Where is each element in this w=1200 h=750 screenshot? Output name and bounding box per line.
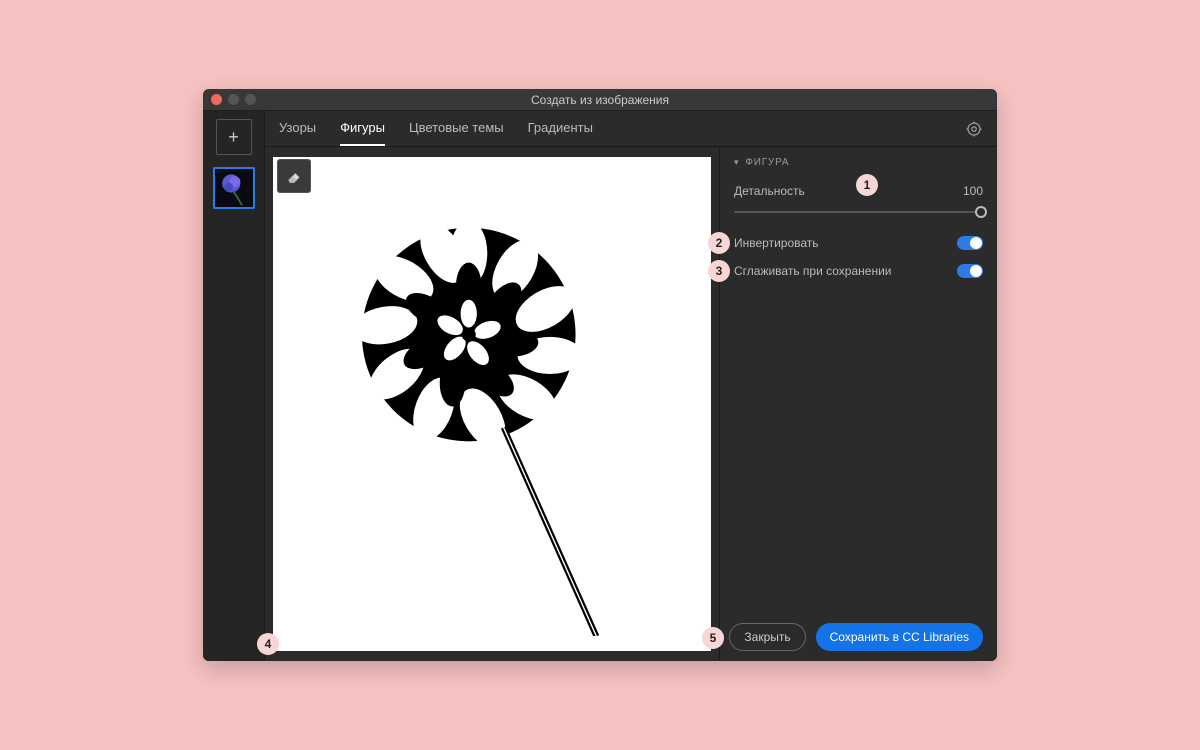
callout-5: 5 — [702, 627, 724, 649]
titlebar: Создать из изображения — [203, 89, 997, 111]
tab-color-themes[interactable]: Цветовые темы — [409, 111, 504, 146]
detail-slider[interactable] — [734, 206, 983, 218]
invert-toggle[interactable] — [957, 236, 983, 250]
detail-value: 100 — [963, 184, 983, 198]
tab-bar: Узоры Фигуры Цветовые темы Градиенты — [265, 111, 997, 147]
slider-thumb[interactable] — [975, 206, 987, 218]
invert-row: Инвертировать 2 — [734, 232, 983, 254]
smooth-row: Сглаживать при сохранении 3 — [734, 260, 983, 282]
image-thumbnail[interactable] — [213, 167, 255, 209]
tab-gradients[interactable]: Градиенты — [528, 111, 593, 146]
callout-1: 1 — [856, 174, 878, 196]
canvas-area: 4 — [265, 147, 719, 661]
chevron-down-icon: ▾ — [734, 157, 739, 168]
save-to-cc-libraries-button[interactable]: Сохранить в CC Libraries — [816, 623, 983, 651]
smooth-label: Сглаживать при сохранении — [734, 264, 891, 278]
panel-section-title: Фигура — [745, 157, 789, 168]
detail-label: Детальность — [734, 184, 805, 198]
tab-patterns[interactable]: Узоры — [279, 111, 316, 146]
window-maximize-button[interactable] — [245, 94, 256, 105]
window-title: Создать из изображения — [531, 93, 669, 107]
eraser-tool-button[interactable] — [277, 159, 311, 193]
window-close-button[interactable] — [211, 94, 222, 105]
tab-shapes[interactable]: Фигуры — [340, 111, 385, 146]
window-body: + Узоры Фигуры Цветовые темы Градиенты — [203, 111, 997, 661]
window-controls — [211, 94, 256, 105]
content-area: 4 ▾ Фигура Детальность 100 1 — [265, 147, 997, 661]
smooth-toggle[interactable] — [957, 264, 983, 278]
invert-label: Инвертировать — [734, 236, 819, 250]
preview-icon[interactable] — [965, 120, 983, 143]
main-area: Узоры Фигуры Цветовые темы Градиенты — [265, 111, 997, 661]
detail-row: Детальность 100 1 — [734, 180, 983, 202]
window-minimize-button[interactable] — [228, 94, 239, 105]
canvas[interactable] — [273, 157, 711, 651]
close-button[interactable]: Закрыть — [729, 623, 805, 651]
eraser-icon — [286, 168, 302, 184]
callout-3: 3 — [708, 260, 730, 282]
add-image-button[interactable]: + — [216, 119, 252, 155]
slider-track — [734, 211, 983, 213]
app-window: Создать из изображения + Узоры Фигуры — [203, 89, 997, 661]
plus-icon: + — [228, 127, 239, 148]
footer-buttons: Закрыть Сохранить в CC Libraries — [729, 623, 983, 651]
callout-4: 4 — [257, 633, 279, 655]
properties-panel: ▾ Фигура Детальность 100 1 Инвертировать — [719, 147, 997, 661]
flower-thumbnail-icon — [215, 169, 253, 207]
panel-section-header[interactable]: ▾ Фигура — [734, 157, 983, 168]
sidebar: + — [203, 111, 265, 661]
flower-shape-preview — [308, 172, 676, 636]
callout-2: 2 — [708, 232, 730, 254]
